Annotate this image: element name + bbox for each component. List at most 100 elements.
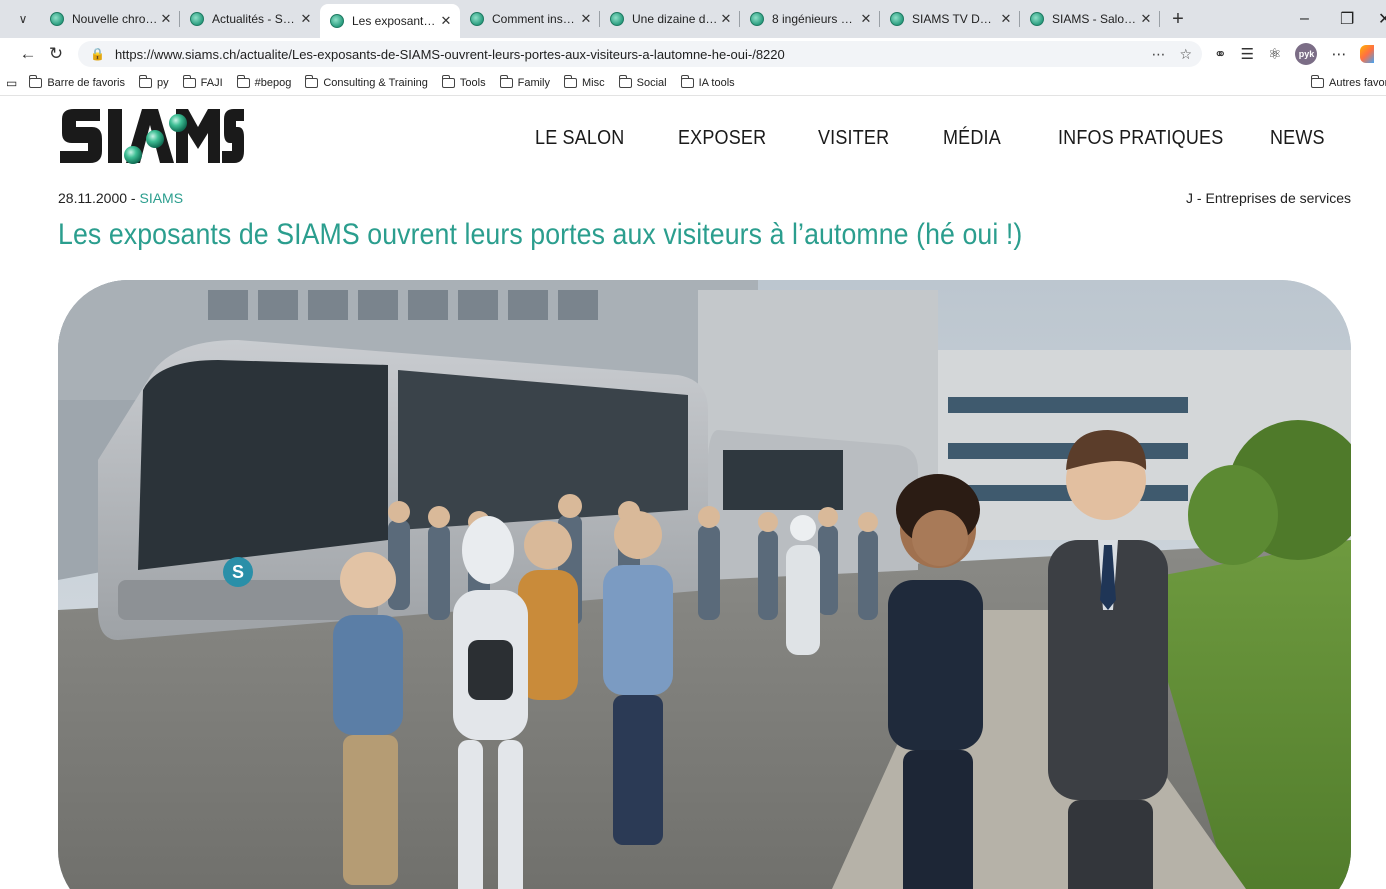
tab-4[interactable]: Une dizaine de jours ✕ [600, 4, 740, 34]
siams-favicon-icon [890, 12, 904, 26]
favorite-label: Barre de favoris [47, 76, 125, 89]
address-bar: ← ↻ 🔒 https://www.siams.ch/actualite/Les… [0, 38, 1386, 70]
other-favorites-folder[interactable]: Autres favoris [1311, 70, 1386, 96]
close-icon[interactable]: ✕ [158, 11, 174, 27]
siams-favicon-icon [190, 12, 204, 26]
close-icon[interactable]: ✕ [1138, 11, 1154, 27]
workspaces-icon[interactable]: ▭ [6, 76, 17, 90]
close-icon[interactable]: ✕ [298, 11, 314, 27]
tab-5[interactable]: 8 ingénieurs en grande ✕ [740, 4, 880, 34]
folder-icon [441, 74, 455, 88]
siams-favicon-icon [330, 14, 344, 28]
tab-strip: ∨ Nouvelle chronique ✕ Actualités - SIAM… [0, 0, 1386, 38]
nav-exposer[interactable]: EXPOSER [678, 127, 766, 150]
nav-media[interactable]: MÉDIA [943, 127, 1001, 150]
favorite-label: py [157, 76, 169, 89]
close-icon[interactable]: ✕ [998, 11, 1014, 27]
tab-title: SIAMS - Salon de la [1052, 12, 1138, 26]
nav-le-salon[interactable]: LE SALON [535, 127, 624, 150]
tab-title: SIAMS TV Days 2025 [912, 12, 998, 26]
web-page: LE SALON EXPOSER VISITER MÉDIA INFOS PRA… [0, 97, 1386, 889]
article-meta: 28.11.2000 - SIAMS [58, 190, 183, 206]
tab-2-active[interactable]: Les exposants de SIAMS ✕ [320, 4, 460, 38]
article-title: Les exposants de SIAMS ouvrent leurs por… [58, 218, 1023, 251]
new-tab-plus-icon[interactable]: + [1164, 5, 1192, 33]
nav-infos-pratiques[interactable]: INFOS PRATIQUES [1058, 127, 1223, 150]
tab-title: 8 ingénieurs en grande [772, 12, 858, 26]
favorites-folder-3[interactable]: #bepog [236, 74, 292, 89]
browser-essentials-icon[interactable]: ⚭ [1214, 45, 1227, 63]
siams-favicon-icon [750, 12, 764, 26]
tab-title: Une dizaine de jours [632, 12, 718, 26]
close-icon[interactable]: ✕ [578, 11, 594, 27]
meta-separator: - [127, 190, 140, 206]
refresh-icon[interactable]: ↻ [42, 40, 70, 68]
profile-avatar[interactable]: pyk [1295, 43, 1318, 65]
main-navigation: LE SALON EXPOSER VISITER MÉDIA INFOS PRA… [0, 127, 1386, 153]
url-field[interactable]: 🔒 https://www.siams.ch/actualite/Les-exp… [78, 41, 1202, 67]
favorite-label: #bepog [254, 76, 292, 89]
article-author-link[interactable]: SIAMS [139, 190, 183, 206]
favorites-folder-2[interactable]: FAJI [182, 74, 223, 89]
back-arrow-icon[interactable]: ← [14, 40, 42, 68]
copilot-icon[interactable] [1360, 45, 1375, 63]
nav-news[interactable]: NEWS [1270, 127, 1325, 150]
favorite-label: Misc [582, 76, 605, 89]
tab-title: Nouvelle chronique [72, 12, 158, 26]
page-options-icon[interactable]: ⋯ [1151, 46, 1165, 63]
favorite-label: Autres favoris [1329, 77, 1386, 89]
folder-icon [139, 74, 152, 88]
folder-icon [618, 74, 632, 88]
tab-6[interactable]: SIAMS TV Days 2025 ✕ [880, 4, 1020, 34]
extensions-icon[interactable]: ⚛ [1268, 45, 1281, 63]
folder-icon [236, 74, 250, 88]
favorites-folder-0[interactable]: Barre de favoris [29, 74, 125, 89]
tab-7[interactable]: SIAMS - Salon de la ✕ [1020, 4, 1160, 34]
window-close-icon[interactable]: ✕ [1378, 0, 1386, 38]
tab-title: Les exposants de SIAMS [352, 14, 438, 28]
siams-favicon-icon [1030, 12, 1044, 26]
favorites-folder-6[interactable]: Family [499, 74, 550, 89]
favorites-folder-9[interactable]: IA tools [680, 74, 735, 89]
favorites-folder-8[interactable]: Social [618, 74, 667, 89]
tab-0[interactable]: Nouvelle chronique ✕ [40, 4, 180, 34]
tab-actions-chevron-icon[interactable]: ∨ [10, 6, 36, 32]
favorites-folder-1[interactable]: py [139, 74, 169, 89]
folder-icon [305, 74, 319, 88]
favorite-label: Consulting & Training [323, 76, 428, 89]
nav-visiter[interactable]: VISITER [818, 127, 889, 150]
favorites-folder-5[interactable]: Tools [441, 74, 486, 89]
folder-icon [29, 74, 43, 88]
favorite-star-icon[interactable]: ☆ [1179, 46, 1192, 63]
favorites-folder-4[interactable]: Consulting & Training [305, 74, 428, 89]
favorites-folder-7[interactable]: Misc [564, 74, 605, 89]
hero-illustration: S [58, 280, 1351, 889]
favorite-label: FAJI [200, 76, 223, 89]
siams-favicon-icon [470, 12, 484, 26]
favorite-label: IA tools [698, 76, 735, 89]
favorites-bar: ▭ Barre de favoris py FAJI #bepog Consul… [0, 70, 1386, 96]
minimize-icon[interactable]: – [1300, 0, 1309, 38]
more-menu-icon[interactable]: ⋯ [1331, 45, 1346, 63]
article-category[interactable]: J - Entreprises de services [1186, 190, 1351, 206]
restore-icon[interactable]: ❐ [1340, 0, 1354, 38]
folder-icon [1311, 75, 1324, 88]
folder-icon [680, 74, 694, 88]
url-text: https://www.siams.ch/actualite/Les-expos… [114, 46, 785, 62]
siams-favicon-icon [50, 12, 64, 26]
tab-title: Actualités - SIAMS [212, 12, 298, 26]
folder-icon [182, 74, 196, 88]
tab-3[interactable]: Comment insérer un ✕ [460, 4, 600, 34]
favorite-label: Family [517, 76, 550, 89]
favorites-list-icon[interactable]: ☰ [1241, 45, 1254, 63]
bus-logo-badge: S [232, 562, 244, 582]
favorite-label: Social [636, 76, 667, 89]
article-date: 28.11.2000 [58, 190, 128, 206]
tab-title: Comment insérer un [492, 12, 578, 26]
close-icon[interactable]: ✕ [858, 11, 874, 27]
close-icon[interactable]: ✕ [718, 11, 734, 27]
lock-icon[interactable]: 🔒 [90, 47, 105, 61]
close-icon[interactable]: ✕ [438, 13, 454, 29]
tab-1[interactable]: Actualités - SIAMS ✕ [180, 4, 320, 34]
folder-icon [564, 74, 577, 88]
